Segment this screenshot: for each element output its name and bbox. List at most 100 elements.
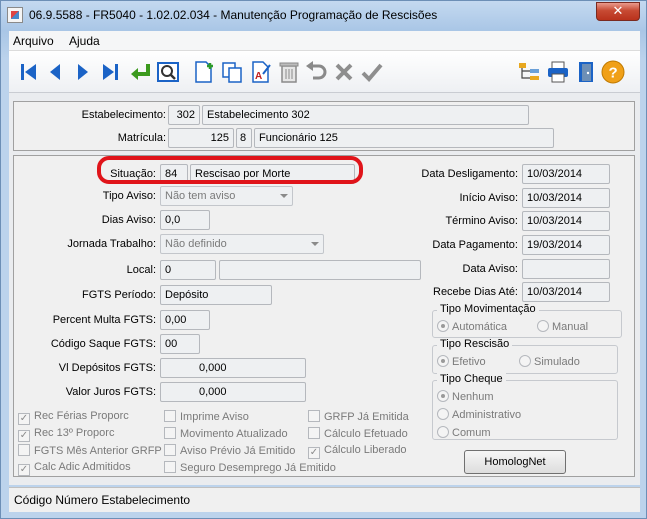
copy-icon[interactable]: [220, 60, 244, 84]
print-icon[interactable]: [546, 60, 570, 84]
chevron-down-icon: [280, 194, 288, 198]
radio-icon: [437, 426, 449, 438]
status-text: Código Número Estabelecimento: [14, 493, 191, 507]
jornada-select[interactable]: Não definido: [160, 234, 324, 254]
next-record-icon[interactable]: [71, 60, 95, 84]
checkbox-empty-icon: [164, 427, 176, 439]
tipo-movimentacao-title: Tipo Movimentação: [437, 303, 539, 315]
checkmark-icon: ✓: [18, 464, 30, 476]
radio-comum[interactable]: Comum: [437, 426, 491, 439]
tipo-cheque-group: Tipo Cheque Nenhum Administrativo Comum: [432, 373, 618, 440]
data-pagamento-field[interactable]: 19/03/2014: [522, 235, 610, 255]
checkbox-rec-13[interactable]: ✓ Rec 13º Proporc: [18, 427, 114, 442]
application-window: 06.9.5588 - FR5040 - 1.02.02.034 - Manut…: [0, 0, 647, 519]
tipo-aviso-select[interactable]: Não tem aviso: [160, 186, 293, 206]
checkbox-empty-icon: [308, 427, 320, 439]
goto-icon[interactable]: [128, 60, 152, 84]
checkbox-empty-icon: [164, 444, 176, 456]
radio-manual[interactable]: Manual: [537, 320, 588, 333]
radio-efetivo[interactable]: Efetivo: [437, 355, 486, 368]
codigo-saque-field[interactable]: 00: [160, 334, 200, 354]
search-icon[interactable]: [156, 60, 180, 84]
data-desligamento-field[interactable]: 10/03/2014: [522, 164, 610, 184]
previous-record-icon[interactable]: [43, 60, 67, 84]
checkbox-calculo-efetuado[interactable]: Cálculo Efetuado: [308, 427, 408, 440]
checkmark-icon: ✓: [18, 413, 30, 425]
radio-selected-icon: [437, 355, 449, 367]
checkbox-calculo-liberado[interactable]: ✓ Cálculo Liberado: [308, 444, 407, 459]
termino-aviso-label: Término Aviso:: [445, 215, 518, 227]
local-code-field[interactable]: 0: [160, 260, 216, 280]
fgts-periodo-field[interactable]: Depósito: [160, 285, 272, 305]
radio-administrativo[interactable]: Administrativo: [437, 408, 521, 421]
checkbox-empty-icon: [308, 410, 320, 422]
undo-icon[interactable]: [304, 60, 328, 84]
close-button[interactable]: ✕: [596, 2, 640, 21]
tipo-rescisao-title: Tipo Rescisão: [437, 338, 513, 350]
checkbox-movimento-atualizado[interactable]: Movimento Atualizado: [164, 427, 288, 440]
matricula-name-field: Funcionário 125: [254, 128, 554, 148]
local-label: Local:: [126, 264, 156, 276]
checkbox-empty-icon: [164, 410, 176, 422]
data-aviso-field[interactable]: [522, 259, 610, 279]
delete-icon[interactable]: [277, 60, 301, 84]
radio-icon: [437, 408, 449, 420]
checkbox-fgts-mes-anterior[interactable]: FGTS Mês Anterior GRFP: [18, 444, 162, 457]
confirm-icon[interactable]: [360, 60, 384, 84]
radio-simulado[interactable]: Simulado: [519, 355, 580, 368]
tipo-cheque-title: Tipo Cheque: [437, 373, 506, 385]
checkbox-imprime-aviso[interactable]: Imprime Aviso: [164, 410, 249, 423]
cancel-icon[interactable]: [332, 60, 356, 84]
checkbox-rec-ferias[interactable]: ✓ Rec Férias Proporc: [18, 410, 129, 425]
checkbox-seguro-desemprego[interactable]: Seguro Desemprego Já Emitido: [164, 461, 336, 474]
matricula-code-field[interactable]: 125: [168, 128, 234, 148]
tipo-aviso-value: Não tem aviso: [165, 190, 236, 202]
data-aviso-label: Data Aviso:: [462, 263, 518, 275]
radio-icon: [519, 355, 531, 367]
situacao-highlight-annotation: [97, 156, 363, 184]
termino-aviso-field[interactable]: 10/03/2014: [522, 211, 610, 231]
tipo-aviso-label: Tipo Aviso:: [102, 190, 156, 202]
tipo-movimentacao-group: Tipo Movimentação Automática Manual: [432, 303, 622, 338]
jornada-label: Jornada Trabalho:: [67, 238, 156, 250]
checkbox-grfp-emitida[interactable]: GRFP Já Emitida: [308, 410, 409, 423]
svg-text:?: ?: [609, 65, 618, 82]
header-panel: Estabelecimento: 302 Estabelecimento 302…: [13, 101, 635, 151]
menu-ajuda[interactable]: Ajuda: [69, 34, 100, 48]
new-icon[interactable]: [192, 60, 216, 84]
exit-icon[interactable]: [574, 60, 598, 84]
fgts-periodo-label: FGTS Período:: [82, 289, 156, 301]
inicio-aviso-field[interactable]: 10/03/2014: [522, 188, 610, 208]
radio-nenhum[interactable]: Nenhum: [437, 390, 494, 403]
dias-aviso-field[interactable]: 0,0: [160, 210, 210, 230]
percent-multa-label: Percent Multa FGTS:: [52, 314, 156, 326]
checkmark-icon: ✓: [308, 447, 320, 459]
checkbox-aviso-previo[interactable]: Aviso Prévio Já Emitido: [164, 444, 295, 457]
matricula-digit-field: 8: [236, 128, 252, 148]
last-record-icon[interactable]: [98, 60, 122, 84]
help-icon[interactable]: ?: [601, 60, 625, 84]
estabelecimento-code-field[interactable]: 302: [168, 105, 200, 125]
tree-icon[interactable]: [517, 60, 541, 84]
toolbar: A ?: [9, 51, 640, 93]
checkbox-empty-icon: [18, 444, 30, 456]
data-pagamento-label: Data Pagamento:: [432, 239, 518, 251]
homolognet-button[interactable]: HomologNet: [464, 450, 566, 474]
radio-automatica[interactable]: Automática: [437, 320, 507, 333]
menu-arquivo[interactable]: Arquivo: [13, 34, 54, 48]
chevron-down-icon: [311, 242, 319, 246]
valor-juros-label: Valor Juros FGTS:: [65, 386, 156, 398]
checkbox-calc-adic[interactable]: ✓ Calc Adic Admitidos: [18, 461, 131, 476]
radio-selected-icon: [437, 320, 449, 332]
first-record-icon[interactable]: [17, 60, 41, 84]
recebe-dias-field[interactable]: 10/03/2014: [522, 282, 610, 302]
matricula-label: Matrícula:: [117, 132, 166, 144]
edit-icon[interactable]: A: [249, 60, 273, 84]
percent-multa-field[interactable]: 0,00: [160, 310, 210, 330]
dias-aviso-label: Dias Aviso:: [101, 214, 156, 226]
vl-depositos-field[interactable]: 0,000: [160, 358, 306, 378]
app-icon: [7, 7, 23, 23]
menu-bar: Arquivo Ajuda: [9, 31, 640, 51]
title-bar: 06.9.5588 - FR5040 - 1.02.02.034 - Manut…: [1, 1, 646, 29]
valor-juros-field[interactable]: 0,000: [160, 382, 306, 402]
